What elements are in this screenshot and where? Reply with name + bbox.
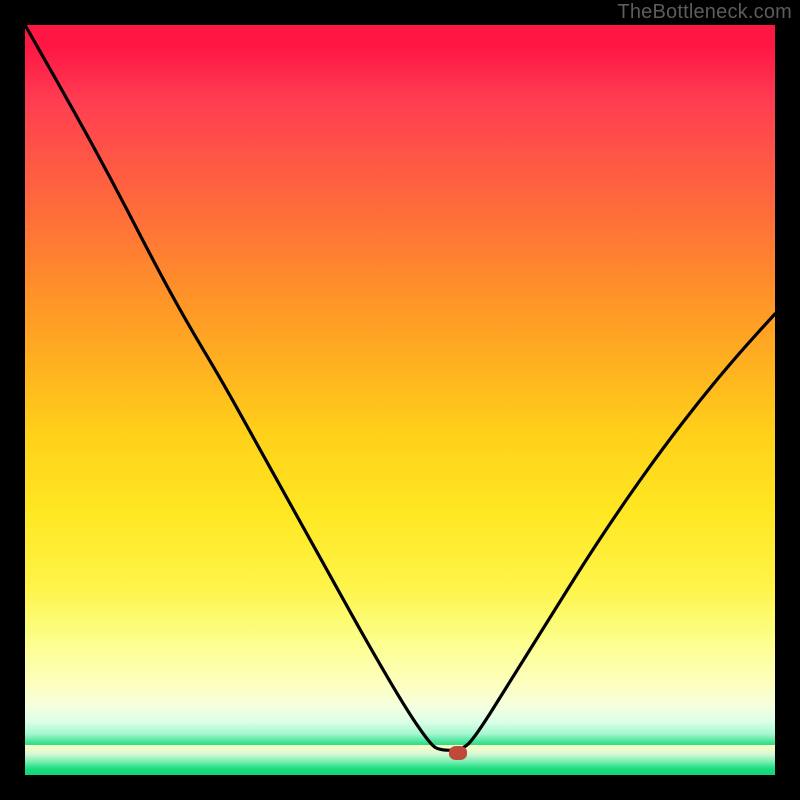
curve-path [25, 25, 775, 750]
plot-area [25, 25, 775, 775]
watermark-text: TheBottleneck.com [617, 1, 792, 24]
minimum-marker [449, 746, 467, 760]
bottleneck-curve [25, 25, 775, 775]
chart-frame: TheBottleneck.com [0, 0, 800, 800]
